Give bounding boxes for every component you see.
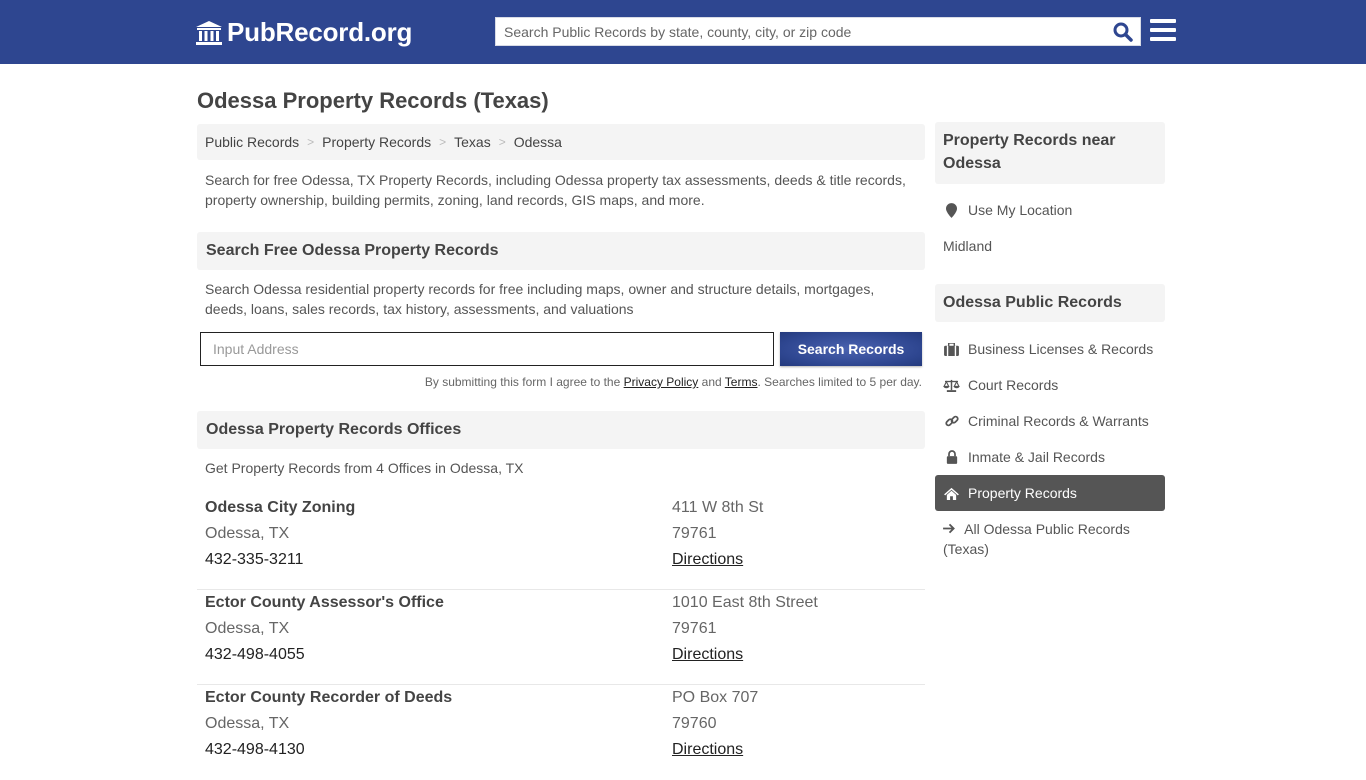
nearby-heading: Property Records near Odessa	[935, 122, 1165, 184]
breadcrumb-separator: >	[439, 135, 447, 149]
intro-text: Search for free Odessa, TX Property Reco…	[205, 172, 906, 208]
use-my-location[interactable]: Use My Location	[935, 192, 1165, 228]
address-input[interactable]	[200, 332, 774, 366]
top-navbar: PubRecord.org	[0, 0, 1366, 64]
office-zip: 79761	[672, 525, 717, 542]
form-disclaimer: By submitting this form I agree to the P…	[197, 375, 922, 389]
directions-link[interactable]: Directions	[672, 547, 763, 573]
disclaimer-text: By submitting this form I agree to the	[424, 375, 624, 389]
office-address: 1010 East 8th Street	[672, 594, 818, 611]
disclaimer-text: . Searches limited to 5 per day.	[757, 375, 922, 389]
office-entry: Ector County Recorder of Deeds Odessa, T…	[197, 685, 925, 780]
office-entry: Odessa City Zoning Odessa, TX 432-335-32…	[197, 495, 925, 590]
privacy-policy-link[interactable]: Privacy Policy	[624, 375, 699, 389]
office-entry: Ector County Assessor's Office Odessa, T…	[197, 590, 925, 685]
office-phone[interactable]: 432-498-4055	[205, 642, 444, 668]
sidebar-item-criminal-records[interactable]: Criminal Records & Warrants	[935, 403, 1165, 439]
disclaimer-text: and	[698, 375, 725, 389]
directions-link[interactable]: Directions	[672, 642, 818, 668]
scale-icon	[943, 377, 960, 393]
breadcrumb-odessa[interactable]: Odessa	[514, 134, 562, 150]
sidebar-item-property-records[interactable]: Property Records	[935, 475, 1165, 511]
breadcrumb-separator: >	[498, 135, 506, 149]
breadcrumb: Public Records > Property Records > Texa…	[197, 124, 925, 160]
lock-icon	[943, 449, 960, 465]
office-phone[interactable]: 432-498-4130	[205, 737, 452, 763]
sidebar-item-label: Business Licenses & Records	[968, 341, 1154, 357]
sidebar-item-business-licenses[interactable]: Business Licenses & Records	[935, 331, 1165, 367]
sidebar-item-label: Criminal Records & Warrants	[968, 413, 1149, 429]
link-icon	[943, 413, 960, 429]
logo-text: PubRecord.org	[227, 17, 413, 47]
office-name: Ector County Recorder of Deeds	[205, 689, 453, 706]
page-title: Odessa Property Records (Texas)	[197, 88, 549, 113]
offices-subtitle: Get Property Records from 4 Offices in O…	[205, 460, 524, 476]
breadcrumb-property-records[interactable]: Property Records	[322, 134, 431, 150]
sidebar-item-label: Property Records	[968, 485, 1077, 501]
office-city: Odessa, TX	[205, 620, 290, 637]
map-marker-icon	[943, 202, 960, 218]
briefcase-icon	[943, 341, 960, 357]
office-name: Odessa City Zoning	[205, 499, 356, 516]
sidebar-item-court-records[interactable]: Court Records	[935, 367, 1165, 403]
search-section-heading: Search Free Odessa Property Records	[197, 232, 925, 270]
directions-link[interactable]: Directions	[672, 737, 758, 763]
office-city: Odessa, TX	[205, 715, 290, 732]
arrow-right-icon	[943, 519, 961, 539]
search-icon[interactable]	[1112, 21, 1134, 43]
office-city: Odessa, TX	[205, 525, 290, 542]
home-icon	[943, 485, 960, 501]
breadcrumb-public-records[interactable]: Public Records	[205, 134, 299, 150]
all-public-records-link[interactable]: All Odessa Public Records (Texas)	[943, 519, 1163, 559]
office-address: PO Box 707	[672, 689, 759, 706]
all-public-records-label: All Odessa Public Records (Texas)	[943, 521, 1130, 557]
office-zip: 79760	[672, 715, 717, 732]
terms-link[interactable]: Terms	[725, 375, 758, 389]
nearby-city-midland[interactable]: Midland	[943, 238, 992, 254]
site-logo[interactable]: PubRecord.org	[195, 17, 412, 48]
hamburger-menu-icon[interactable]	[1150, 19, 1176, 43]
office-phone[interactable]: 432-335-3211	[205, 547, 355, 573]
sidebar-item-inmate-records[interactable]: Inmate & Jail Records	[935, 439, 1165, 475]
courthouse-icon	[196, 20, 222, 45]
office-zip: 79761	[672, 620, 717, 637]
sidebar-item-label: Court Records	[968, 377, 1059, 393]
sidebar-item-label: Inmate & Jail Records	[968, 449, 1105, 465]
breadcrumb-texas[interactable]: Texas	[454, 134, 491, 150]
breadcrumb-separator: >	[307, 135, 315, 149]
global-search-input[interactable]	[496, 18, 1096, 45]
search-records-button[interactable]: Search Records	[780, 332, 922, 366]
office-name: Ector County Assessor's Office	[205, 594, 444, 611]
public-records-heading: Odessa Public Records	[935, 284, 1165, 322]
office-address: 411 W 8th St	[672, 499, 764, 516]
search-description: Search Odessa residential property recor…	[205, 281, 875, 317]
offices-section-heading: Odessa Property Records Offices	[197, 411, 925, 449]
global-search	[495, 17, 1141, 46]
use-my-location-label: Use My Location	[968, 202, 1073, 218]
